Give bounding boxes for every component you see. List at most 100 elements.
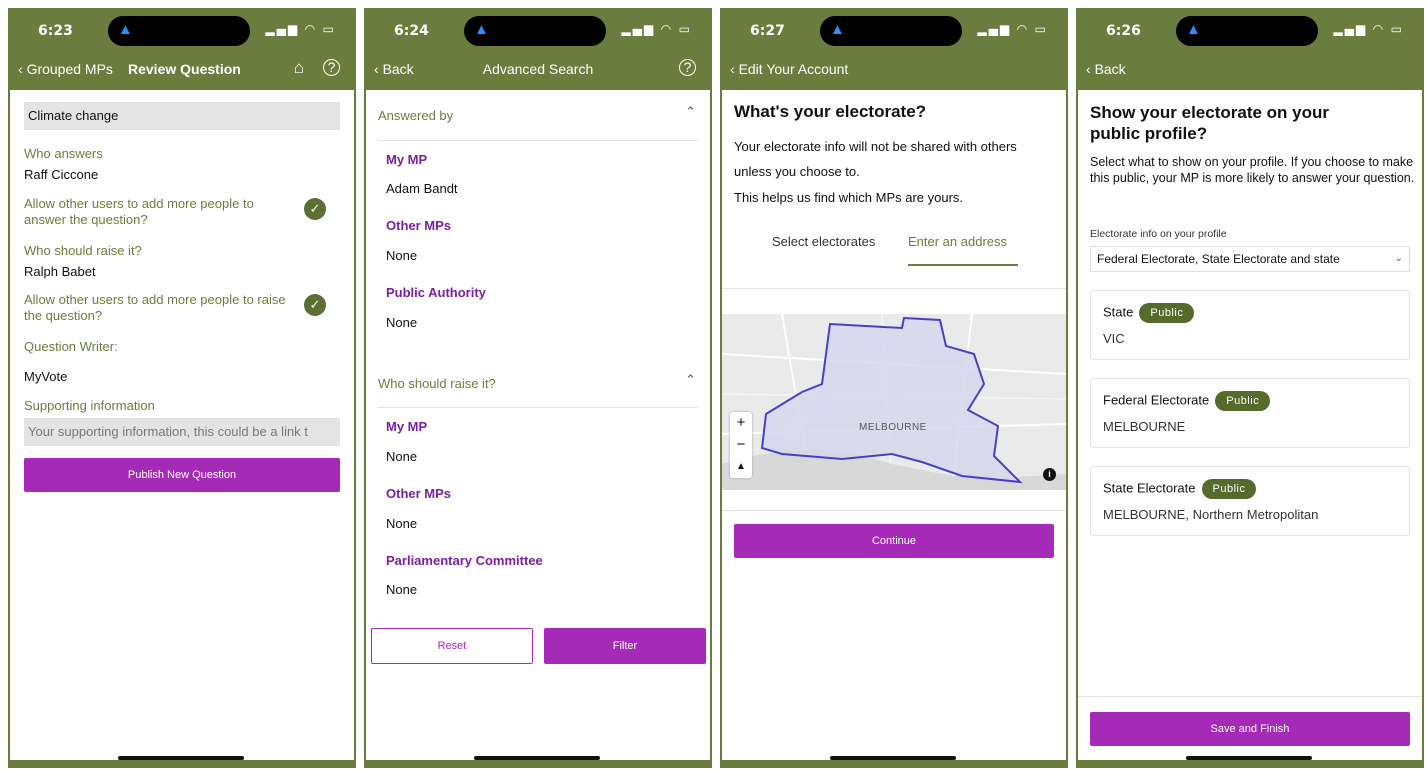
card-title: State	[1103, 304, 1134, 320]
card-value: MELBOURNE	[1103, 419, 1186, 434]
status-bar: 6:26 ▲ ▂▄▆ ◠ ▭	[1076, 8, 1424, 54]
supporting-info-input[interactable]: Your supporting information, this could …	[24, 418, 340, 446]
answered-my-mp-value[interactable]: Adam Bandt	[386, 181, 458, 196]
info-icon[interactable]: i	[1043, 468, 1056, 481]
who-raise-label: Who should raise it?	[24, 243, 142, 258]
dynamic-island: ▲	[108, 16, 250, 46]
question-writer-label: Question Writer:	[24, 339, 118, 354]
save-and-finish-button[interactable]: Save and Finish	[1090, 712, 1410, 746]
who-answers-label: Who answers	[24, 146, 103, 161]
page-title: Review Question	[128, 61, 241, 77]
signal-wifi-battery-icon: ▂▄▆ ◠ ▭	[265, 22, 336, 36]
select-label: Electorate info on your profile	[1090, 228, 1227, 240]
back-button[interactable]: ‹ Edit Your Account	[730, 61, 848, 77]
supporting-info-label: Supporting information	[24, 398, 155, 413]
profile-heading: Show your electorate on your public prof…	[1090, 103, 1329, 143]
signal-wifi-battery-icon: ▂▄▆ ◠ ▭	[977, 22, 1048, 36]
answered-public-authority-value[interactable]: None	[386, 315, 417, 330]
status-bar: 6:24 ▲ ▂▄▆ ◠ ▭	[364, 8, 712, 54]
status-time: 6:24	[394, 23, 429, 39]
screen-public-profile: 6:26 ▲ ▂▄▆ ◠ ▭ ‹ Back Show your electora…	[1076, 8, 1424, 768]
question-writer-value: MyVote	[24, 369, 68, 384]
who-answers-value: Raff Ciccone	[24, 167, 99, 182]
back-label: Edit Your Account	[738, 61, 849, 77]
raise-my-mp-label: My MP	[386, 419, 428, 434]
status-bar: 6:27 ▲ ▂▄▆ ◠ ▭	[720, 8, 1068, 54]
home-indicator	[474, 756, 600, 760]
home-icon[interactable]: ⌂	[294, 58, 304, 78]
home-indicator	[1186, 756, 1312, 760]
tab-enter-address[interactable]: Enter an address	[908, 234, 1007, 249]
dynamic-island: ▲	[1176, 16, 1318, 46]
chevron-up-icon[interactable]: ⌃	[685, 104, 696, 120]
back-label: Back	[1094, 61, 1126, 77]
help-icon[interactable]: ?	[679, 59, 696, 76]
state-card: State Public VIC	[1090, 290, 1410, 360]
state-electorate-card: State Electorate Public MELBOURNE, Northe…	[1090, 466, 1410, 536]
electorate-heading: What's your electorate?	[734, 102, 927, 121]
checkmark-icon[interactable]: ✓	[304, 294, 326, 316]
profile-description: Select what to show on your profile. If …	[1090, 155, 1415, 185]
nav-bar: ‹ Edit Your Account	[720, 56, 1068, 84]
continue-button[interactable]: Continue	[734, 524, 1054, 558]
location-arrow-icon: ▲	[830, 21, 845, 38]
topic-field: Climate change	[24, 102, 340, 130]
zoom-out-button[interactable]: −	[730, 434, 752, 456]
search-content: Answered by ⌃ My MP Adam Bandt Other MPs…	[366, 90, 710, 760]
map-drawing	[722, 314, 1066, 490]
help-icon[interactable]: ?	[323, 59, 340, 76]
raise-my-mp-value[interactable]: None	[386, 449, 417, 464]
allow-answer-label: Allow other users to add more people to …	[24, 196, 254, 227]
status-time: 6:27	[750, 23, 785, 39]
card-title: Federal Electorate	[1103, 392, 1210, 408]
raise-committee-label: Parliamentary Committee	[386, 553, 543, 568]
answered-other-mps-label: Other MPs	[386, 218, 452, 233]
select-value: Federal Electorate, State Electorate and…	[1097, 252, 1340, 266]
compass-icon[interactable]: ▲	[730, 456, 752, 478]
signal-wifi-battery-icon: ▂▄▆ ◠ ▭	[1333, 22, 1404, 36]
nav-bar: ‹ Back Advanced Search ?	[364, 56, 712, 84]
divider	[1078, 696, 1422, 697]
zoom-in-button[interactable]: +	[730, 412, 752, 434]
section-answered-by-title: Answered by	[378, 108, 454, 123]
tab-select-electorates[interactable]: Select electorates	[772, 234, 875, 249]
location-arrow-icon: ▲	[474, 21, 489, 38]
chevron-down-icon: ⌄	[1394, 253, 1403, 264]
map-zoom-controls: + − ▲	[730, 412, 752, 478]
answered-public-authority-label: Public Authority	[386, 285, 486, 300]
status-badge[interactable]: Public	[1201, 479, 1257, 499]
privacy-text: Your electorate info will not be shared …	[734, 139, 1017, 179]
publish-question-button[interactable]: Publish New Question	[24, 458, 340, 492]
status-bar: 6:23 ▲ ▂▄▆ ◠ ▭	[8, 8, 356, 54]
divider	[378, 407, 698, 408]
allow-raise-label: Allow other users to add more people to …	[24, 292, 286, 323]
raise-committee-value[interactable]: None	[386, 582, 417, 597]
status-time: 6:23	[38, 23, 73, 39]
back-button[interactable]: ‹ Grouped MPs	[18, 61, 113, 77]
raise-other-mps-value[interactable]: None	[386, 516, 417, 531]
electorate-map[interactable]: MELBOURNE + − ▲ i	[722, 314, 1066, 490]
signal-wifi-battery-icon: ▂▄▆ ◠ ▭	[621, 22, 692, 36]
divider	[722, 288, 1066, 289]
checkmark-icon[interactable]: ✓	[304, 198, 326, 220]
map-city-label: MELBOURNE	[859, 422, 927, 433]
review-content: Climate change Who answers Raff Ciccone …	[10, 90, 354, 760]
chevron-up-icon[interactable]: ⌃	[685, 372, 696, 388]
card-value: MELBOURNE, Northern Metropolitan	[1103, 507, 1319, 522]
divider	[722, 510, 1066, 511]
card-title: State Electorate	[1103, 480, 1196, 496]
screen-advanced-search: 6:24 ▲ ▂▄▆ ◠ ▭ ‹ Back Advanced Search ? …	[364, 8, 712, 768]
reset-button[interactable]: Reset	[371, 628, 533, 664]
status-badge[interactable]: Public	[1139, 303, 1195, 323]
status-badge[interactable]: Public	[1215, 391, 1271, 411]
filter-button[interactable]: Filter	[544, 628, 706, 664]
electorate-info-select[interactable]: Federal Electorate, State Electorate and…	[1090, 246, 1410, 272]
home-indicator	[830, 756, 956, 760]
dynamic-island: ▲	[820, 16, 962, 46]
answered-other-mps-value[interactable]: None	[386, 248, 417, 263]
location-arrow-icon: ▲	[118, 21, 133, 38]
back-button[interactable]: ‹ Back	[1086, 61, 1126, 77]
who-raise-value: Ralph Babet	[24, 264, 96, 279]
screen-review-question: 6:23 ▲ ▂▄▆ ◠ ▭ ‹ Grouped MPs Review Ques…	[8, 8, 356, 768]
card-value: VIC	[1103, 331, 1125, 346]
